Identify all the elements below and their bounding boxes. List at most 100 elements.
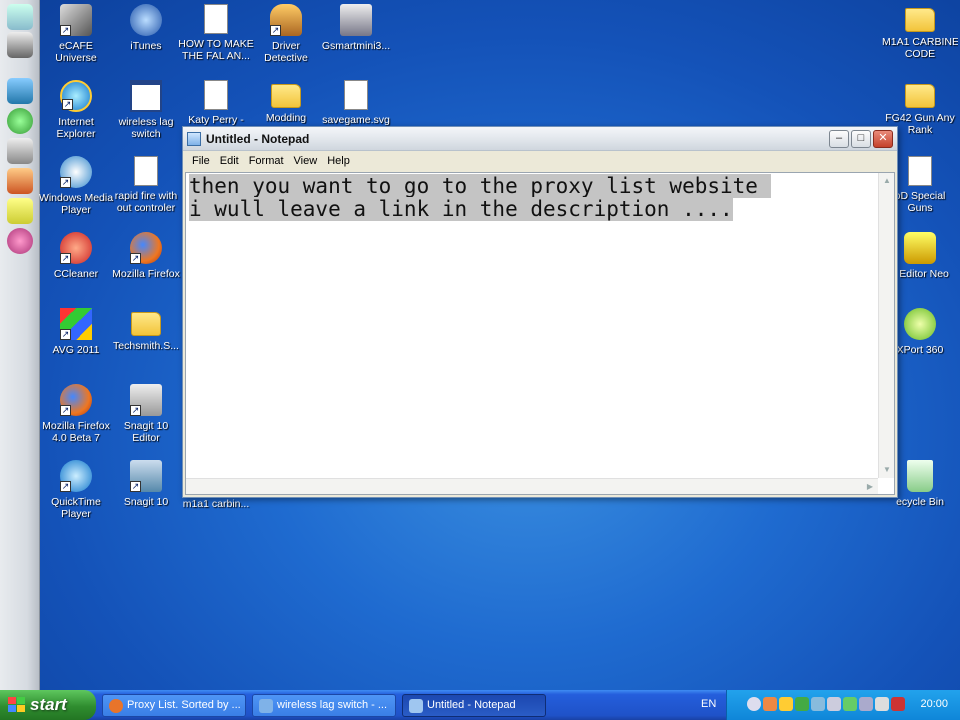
tools-icon[interactable] — [7, 138, 33, 164]
language-indicator[interactable]: EN — [701, 698, 716, 710]
itunes-icon — [130, 4, 162, 36]
shield-icon[interactable] — [795, 697, 809, 711]
window-title: Untitled - Notepad — [206, 131, 310, 146]
ie-icon: ↗ — [60, 80, 92, 112]
back-arrow-icon[interactable] — [747, 697, 761, 711]
media-player-icon: ↗ — [60, 156, 92, 188]
text-file-icon — [134, 156, 158, 186]
desktop-icon-snagit-10[interactable]: ↗ Snagit 10 — [108, 460, 184, 508]
firefox-icon: ↗ — [60, 384, 92, 416]
folder-icon — [131, 312, 161, 336]
scroll-down-icon[interactable]: ▼ — [879, 462, 895, 478]
folder-icon — [905, 8, 935, 32]
firefox-icon: ↗ — [130, 232, 162, 264]
media-icon[interactable] — [7, 168, 33, 194]
speaker-icon[interactable] — [875, 697, 889, 711]
installer-icon — [340, 4, 372, 36]
task-proxy-list[interactable]: Proxy List. Sorted by ... — [102, 694, 246, 717]
security-icon[interactable] — [779, 697, 793, 711]
svg-file-icon — [344, 80, 368, 110]
desktop-icon-driver-detective[interactable]: ↗ Driver Detective — [248, 4, 324, 64]
quicktime-icon: ↗ — [60, 460, 92, 492]
text-editor[interactable]: then you want to go to the proxy list we… — [185, 172, 895, 495]
desktop-icon-techsmith[interactable]: Techsmith.S... — [108, 308, 184, 352]
tray-icons — [747, 697, 907, 711]
recycle-icon[interactable] — [7, 4, 33, 30]
task-wireless-lag-switch[interactable]: wireless lag switch - ... — [252, 694, 396, 717]
ccleaner-icon: ↗ — [60, 232, 92, 264]
snagit-editor-icon: ↗ — [130, 384, 162, 416]
scroll-right-icon[interactable]: ▶ — [862, 479, 878, 495]
desktop-icon-windows-media-player[interactable]: ↗ Windows Media Player — [38, 156, 114, 216]
laptop-icon[interactable] — [7, 32, 33, 58]
task-label: Proxy List. Sorted by ... — [127, 699, 241, 711]
desktop-icon-katy-perry[interactable]: Katy Perry - — [178, 80, 254, 126]
menu-help[interactable]: Help — [322, 155, 355, 167]
start-button[interactable]: start — [0, 690, 96, 720]
mp3-file-icon — [204, 80, 228, 110]
avg-icon: ↗ — [60, 308, 92, 340]
media-tray-icon[interactable] — [843, 697, 857, 711]
scroll-up-icon[interactable]: ▲ — [879, 173, 895, 189]
task-notepad[interactable]: Untitled - Notepad — [402, 694, 546, 717]
desktop-icon-mozilla-firefox[interactable]: ↗ Mozilla Firefox — [108, 232, 184, 280]
video-file-icon — [204, 4, 228, 34]
close-button[interactable]: ✕ — [873, 129, 893, 148]
text-file-icon — [908, 156, 932, 186]
desktop-icon-m1a1-carbine-code[interactable]: M1A1 CARBINE CODE — [882, 4, 958, 60]
menu-bar: File Edit Format View Help — [183, 151, 897, 170]
desktop-icon-wireless-lag-switch[interactable]: wireless lag switch — [108, 80, 184, 140]
desktop-icon-itunes[interactable]: iTunes — [108, 4, 184, 52]
task-label: wireless lag switch - ... — [277, 699, 388, 711]
desktop-icon-savegame[interactable]: savegame.svg — [318, 80, 394, 126]
text-line-1[interactable]: then you want to go to the proxy list we… — [189, 174, 771, 198]
task-label: Untitled - Notepad — [427, 699, 516, 711]
power-icon[interactable] — [891, 697, 905, 711]
menu-format[interactable]: Format — [244, 155, 289, 167]
ecafe-icon: ↗ — [60, 4, 92, 36]
ie-icon — [259, 699, 273, 713]
menu-file[interactable]: File — [187, 155, 215, 167]
desktop-icon-how-to-make[interactable]: HOW TO MAKE THE FAL AN... — [178, 4, 254, 62]
home-icon[interactable] — [7, 78, 33, 104]
system-tray: EN 20:00 — [701, 690, 960, 720]
notepad-window[interactable]: Untitled - Notepad – □ ✕ File Edit Forma… — [182, 126, 898, 498]
desktop-icon-gsmartmini[interactable]: Gsmartmini3... — [318, 4, 394, 52]
taskbar: start Proxy List. Sorted by ... wireless… — [0, 690, 960, 720]
menu-view[interactable]: View — [289, 155, 323, 167]
desktop-icon-avg-2011[interactable]: ↗ AVG 2011 — [38, 308, 114, 356]
desktop-icon-ecafe[interactable]: ↗ eCAFE Universe — [38, 4, 114, 64]
quick-launch-bar — [0, 0, 40, 690]
network-icon[interactable] — [811, 697, 825, 711]
editor-content[interactable]: then you want to go to the proxy list we… — [189, 174, 771, 221]
desktop-icon-internet-explorer[interactable]: ↗ Internet Explorer — [38, 80, 114, 140]
xport-icon — [904, 308, 936, 340]
folder-icon — [271, 84, 301, 108]
snagit-icon: ↗ — [130, 460, 162, 492]
windows-logo-icon — [8, 697, 26, 713]
desktop-icon-quicktime[interactable]: ↗ QuickTime Player — [38, 460, 114, 520]
clock[interactable]: 20:00 — [920, 698, 948, 710]
notepad-icon — [187, 131, 201, 146]
globe-icon[interactable] — [7, 108, 33, 134]
menu-edit[interactable]: Edit — [215, 155, 244, 167]
desktop-icon-ccleaner[interactable]: ↗ CCleaner — [38, 232, 114, 280]
display-icon[interactable] — [827, 697, 841, 711]
horizontal-scrollbar[interactable]: ▶ — [186, 478, 878, 494]
warning-icon[interactable] — [7, 198, 33, 224]
desktop-icon-m1a1-carbine[interactable]: m1a1 carbin... — [178, 498, 254, 510]
volume-icon[interactable] — [763, 697, 777, 711]
firefox-icon — [109, 699, 123, 713]
desktop-icon-modding[interactable]: Modding — [248, 80, 324, 124]
vertical-scrollbar[interactable]: ▲ ▼ — [878, 173, 894, 478]
desktop-icon-firefox-beta[interactable]: ↗ Mozilla Firefox 4.0 Beta 7 — [38, 384, 114, 444]
desktop-icon-rapid-fire[interactable]: rapid fire with out controler — [108, 156, 184, 214]
notepad-icon — [409, 699, 423, 713]
minimize-button[interactable]: – — [829, 129, 849, 148]
desktop-icon-snagit-editor[interactable]: ↗ Snagit 10 Editor — [108, 384, 184, 444]
text-line-2[interactable]: i wull leave a link in the description .… — [189, 197, 733, 221]
maximize-button[interactable]: □ — [851, 129, 871, 148]
notepad-titlebar[interactable]: Untitled - Notepad – □ ✕ — [183, 127, 897, 151]
sync-icon[interactable] — [859, 697, 873, 711]
settings-icon[interactable] — [7, 228, 33, 254]
